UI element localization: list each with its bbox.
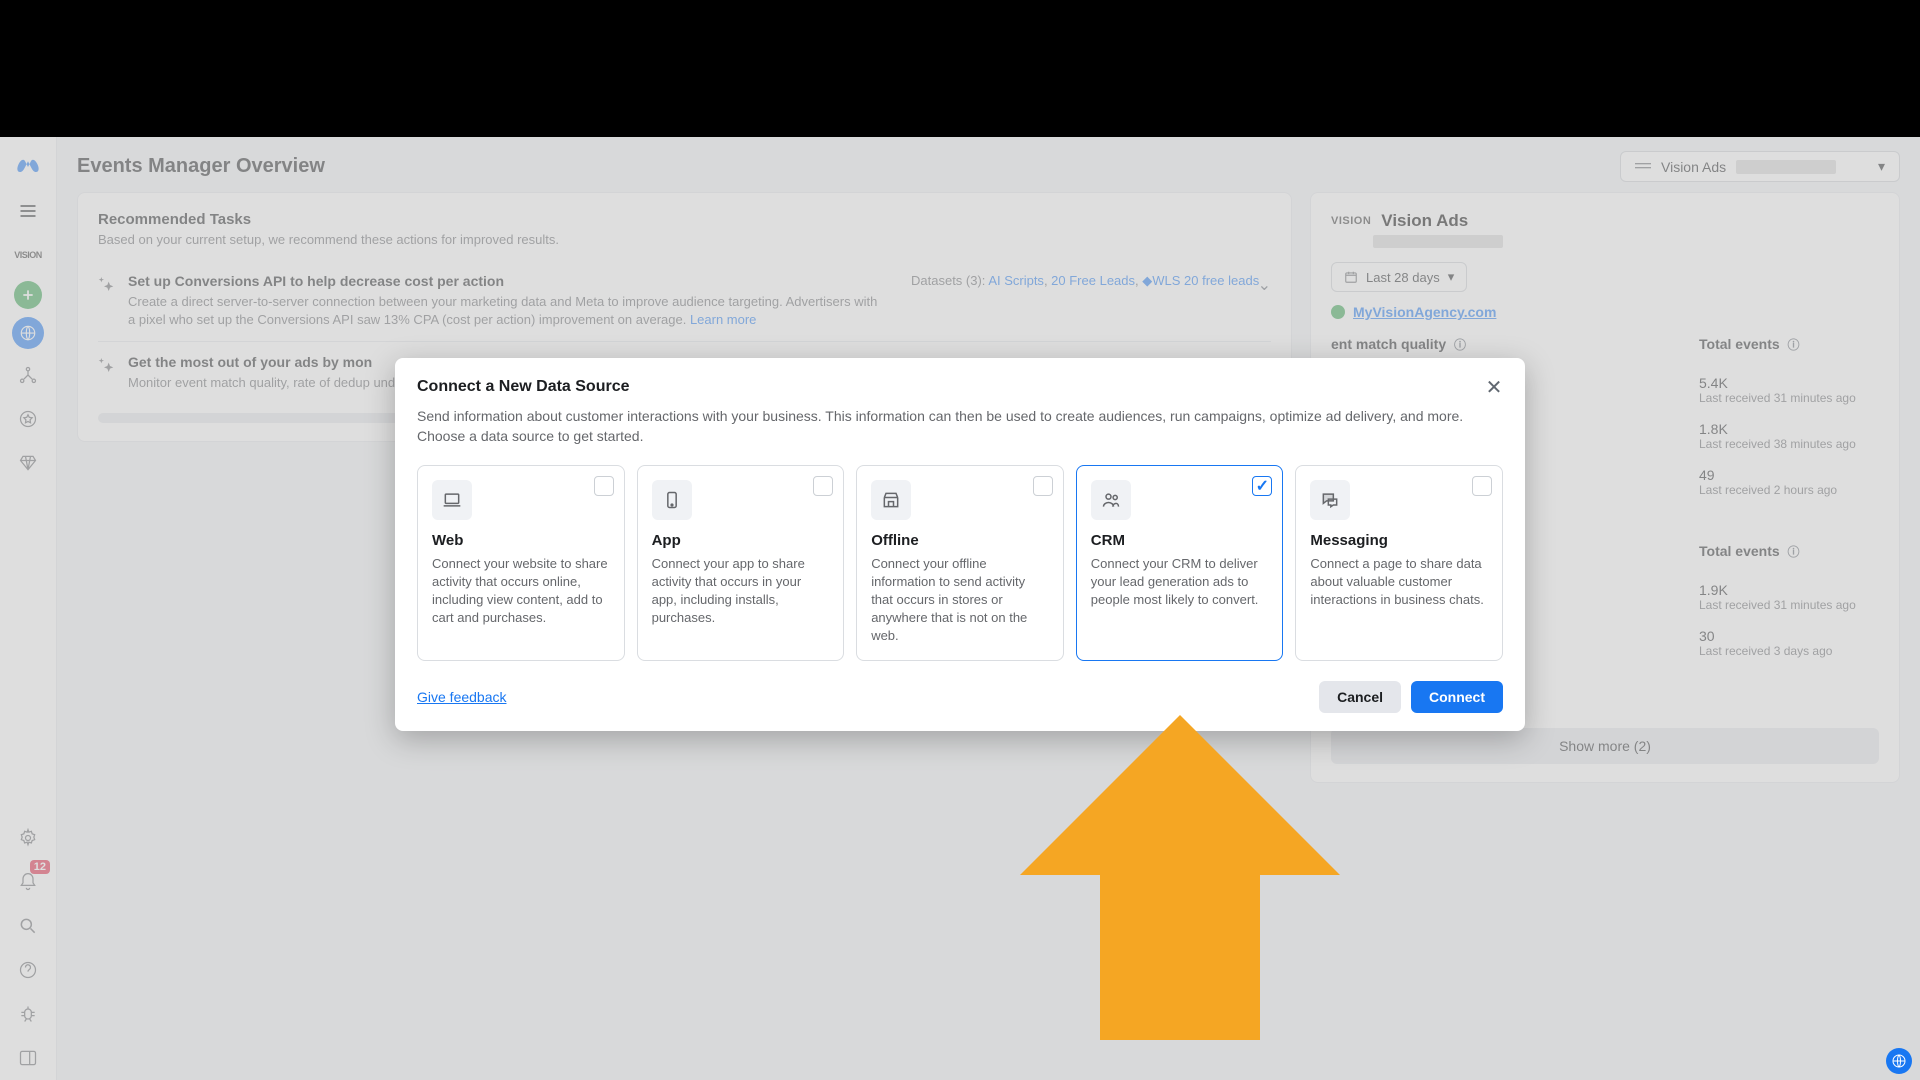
modal-title: Connect a New Data Source bbox=[417, 378, 1503, 396]
globe-floating-icon[interactable] bbox=[1886, 1048, 1912, 1074]
option-desc: Connect your offline information to send… bbox=[871, 555, 1049, 646]
option-title: Web bbox=[432, 532, 610, 549]
connect-data-source-modal: ✕ Connect a New Data Source Send informa… bbox=[395, 358, 1525, 731]
checkbox-icon bbox=[1472, 476, 1492, 496]
phone-icon bbox=[652, 480, 692, 520]
option-title: CRM bbox=[1091, 532, 1269, 549]
close-icon[interactable]: ✕ bbox=[1479, 372, 1509, 402]
option-web[interactable]: Web Connect your website to share activi… bbox=[417, 465, 625, 661]
chat-icon bbox=[1310, 480, 1350, 520]
option-messaging[interactable]: Messaging Connect a page to share data a… bbox=[1295, 465, 1503, 661]
modal-description: Send information about customer interact… bbox=[417, 406, 1503, 447]
checkbox-icon bbox=[1033, 476, 1053, 496]
option-crm[interactable]: ✓ CRM Connect your CRM to deliver your l… bbox=[1076, 465, 1284, 661]
option-title: Messaging bbox=[1310, 532, 1488, 549]
give-feedback-link[interactable]: Give feedback bbox=[417, 689, 507, 705]
option-title: App bbox=[652, 532, 830, 549]
checkbox-checked-icon: ✓ bbox=[1252, 476, 1272, 496]
store-icon bbox=[871, 480, 911, 520]
option-app[interactable]: App Connect your app to share activity t… bbox=[637, 465, 845, 661]
option-title: Offline bbox=[871, 532, 1049, 549]
cancel-button[interactable]: Cancel bbox=[1319, 681, 1401, 713]
checkbox-icon bbox=[813, 476, 833, 496]
top-black-bar bbox=[0, 0, 1920, 137]
laptop-icon bbox=[432, 480, 472, 520]
option-desc: Connect a page to share data about valua… bbox=[1310, 555, 1488, 610]
option-desc: Connect your website to share activity t… bbox=[432, 555, 610, 628]
option-offline[interactable]: Offline Connect your offline information… bbox=[856, 465, 1064, 661]
people-icon bbox=[1091, 480, 1131, 520]
checkbox-icon bbox=[594, 476, 614, 496]
option-desc: Connect your CRM to deliver your lead ge… bbox=[1091, 555, 1269, 610]
option-desc: Connect your app to share activity that … bbox=[652, 555, 830, 628]
connect-button[interactable]: Connect bbox=[1411, 681, 1503, 713]
